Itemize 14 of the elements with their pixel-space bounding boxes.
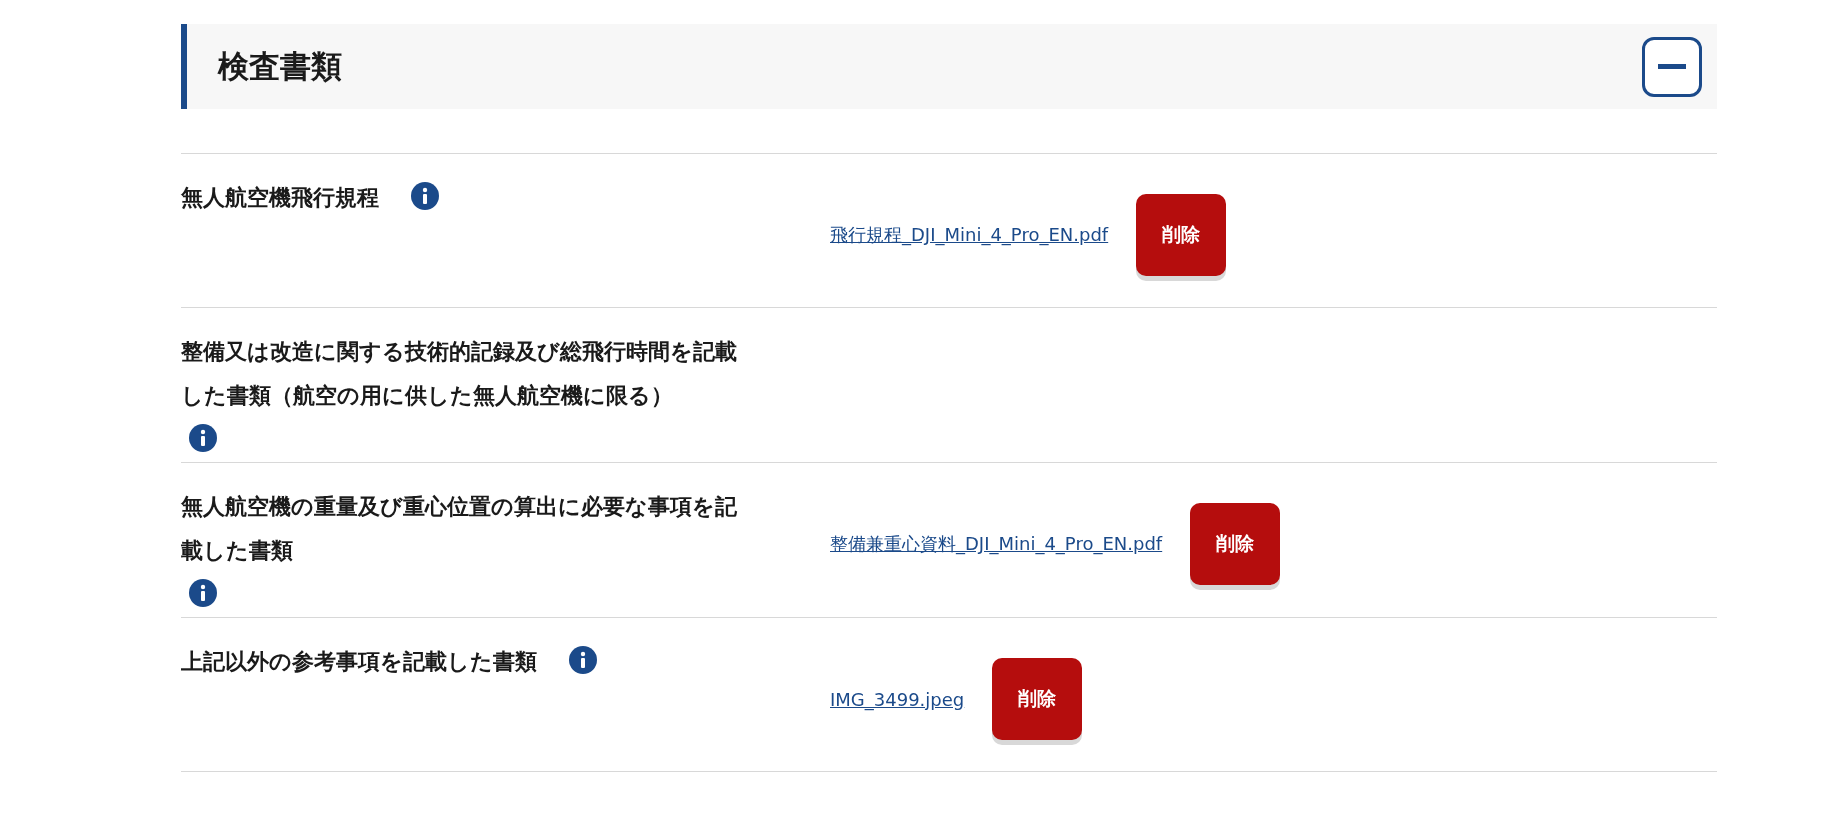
info-icon[interactable] <box>410 182 439 210</box>
collapse-button[interactable] <box>1642 36 1702 97</box>
document-label: 無人航空機の重量及び重心位置の算出に必要な事項を記載した書類 <box>181 493 738 565</box>
info-icon[interactable] <box>189 579 217 607</box>
info-icon[interactable] <box>568 646 597 674</box>
file-link[interactable]: IMG_3499.jpeg <box>830 688 965 710</box>
file-link[interactable]: 飛行規程_DJI_Mini_4_Pro_EN.pdf <box>830 223 1109 247</box>
document-label: 整備又は改造に関する技術的記録及び総飛行時間を記載した書類（航空の用に供した無人航空機に限る） <box>181 338 738 410</box>
file-link[interactable]: 整備兼重心資料_DJI_Mini_4_Pro_EN.pdf <box>830 532 1163 556</box>
section-title: 検査書類 <box>218 46 342 86</box>
info-icon[interactable] <box>189 424 217 452</box>
document-label: 無人航空機飛行規程 <box>181 184 379 212</box>
minus-icon <box>1658 64 1686 69</box>
document-label: 上記以外の参考事項を記載した書類 <box>181 648 537 676</box>
